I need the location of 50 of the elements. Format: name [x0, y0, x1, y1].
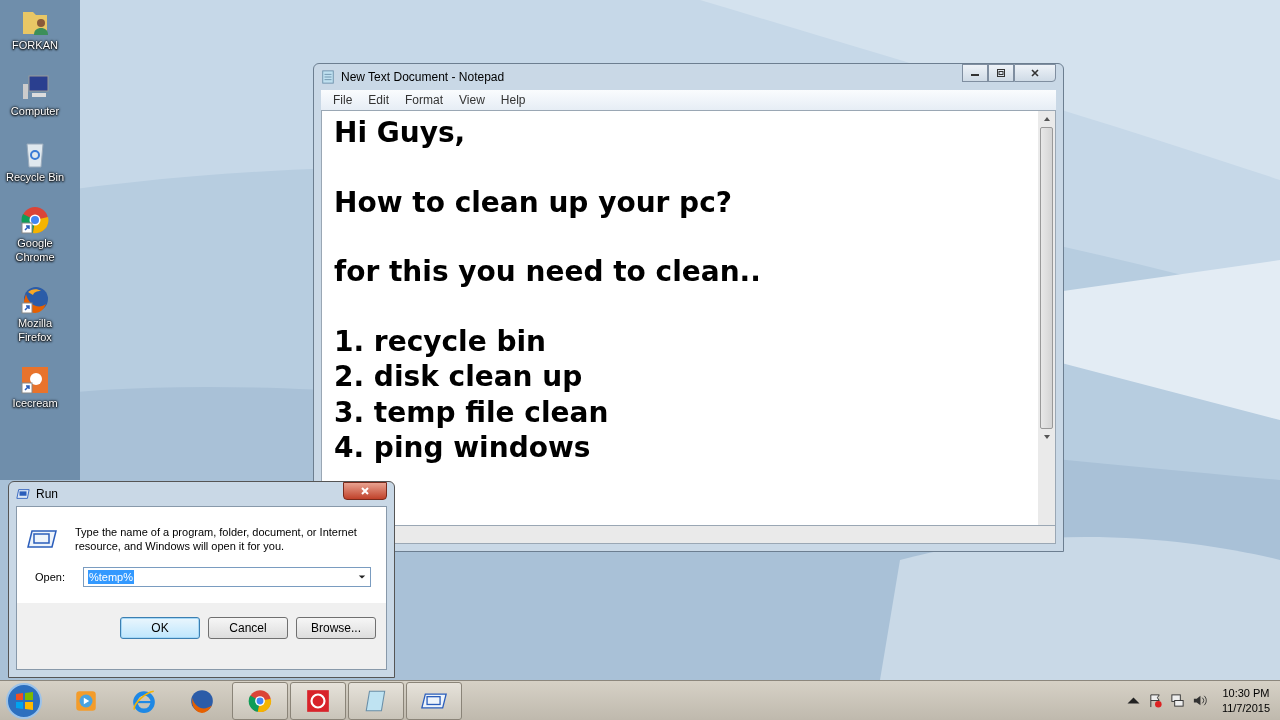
flag-icon[interactable] [1147, 693, 1163, 708]
chrome-icon[interactable] [19, 204, 51, 236]
minimize-button[interactable] [962, 64, 988, 82]
menu-item[interactable]: Help [492, 93, 534, 107]
document-text-line: 1. recycle bin [334, 323, 548, 359]
icecream-app-icon[interactable] [19, 364, 51, 396]
maximize-icon [996, 68, 1006, 78]
document-text-line: How to clean up your pc? [334, 184, 733, 220]
close-button[interactable] [1014, 64, 1056, 82]
document-text-line: 2. disk clean up [334, 359, 584, 395]
volume-icon[interactable] [1191, 693, 1207, 708]
menu-item[interactable]: Format [397, 93, 452, 107]
clock-time[interactable]: 10:30 PM [1222, 685, 1270, 701]
network-icon[interactable] [1169, 693, 1185, 708]
taskbar-button[interactable] [406, 681, 462, 720]
menu-item[interactable]: Edit [360, 93, 398, 107]
menu-item[interactable]: File [325, 93, 361, 107]
scroll-down-icon[interactable] [1042, 433, 1051, 441]
document-text-line: 4. ping windows [334, 430, 592, 466]
notepad-icon [321, 70, 335, 84]
scroll-up-icon[interactable] [1042, 115, 1051, 123]
run-icon [27, 529, 57, 549]
open-label: Open: [34, 571, 65, 583]
firefox-icon [189, 687, 215, 714]
firefox-icon[interactable] [19, 284, 51, 316]
vertical-scrollbar[interactable] [1038, 111, 1055, 525]
dialog-description: Type the name of a program, folder, document, or Internet resource, and Windows will open it for you. [75, 525, 358, 553]
run-icon [16, 487, 30, 501]
taskbar-button[interactable] [290, 681, 346, 720]
document-text-line: 3. temp file clean [334, 394, 610, 430]
window-title: New Text Document - Notepad [341, 70, 505, 84]
chrome-icon [247, 687, 273, 714]
close-button[interactable] [343, 482, 387, 500]
dropdown-arrow-icon[interactable] [358, 574, 366, 580]
close-icon [360, 486, 370, 496]
ie-icon [131, 687, 157, 714]
clock-date[interactable]: 11/7/2015 [1221, 700, 1270, 716]
start-button[interactable] [4, 680, 44, 720]
icecream-app-icon [305, 687, 331, 714]
menu-item[interactable]: View [451, 93, 493, 107]
dialog-button[interactable]: Browse... [296, 617, 376, 639]
dialog-title: Run [36, 487, 58, 501]
document-text-line: Hi Guys, [334, 115, 467, 151]
dialog-button[interactable]: OK [120, 617, 200, 639]
taskbar-button[interactable] [232, 681, 288, 720]
maximize-button[interactable] [988, 64, 1014, 82]
close-icon [1030, 68, 1040, 78]
dialog-button[interactable]: Cancel [208, 617, 288, 639]
document-text-line: for this you need to clean.. [334, 254, 762, 290]
taskbar-button[interactable] [348, 681, 404, 720]
